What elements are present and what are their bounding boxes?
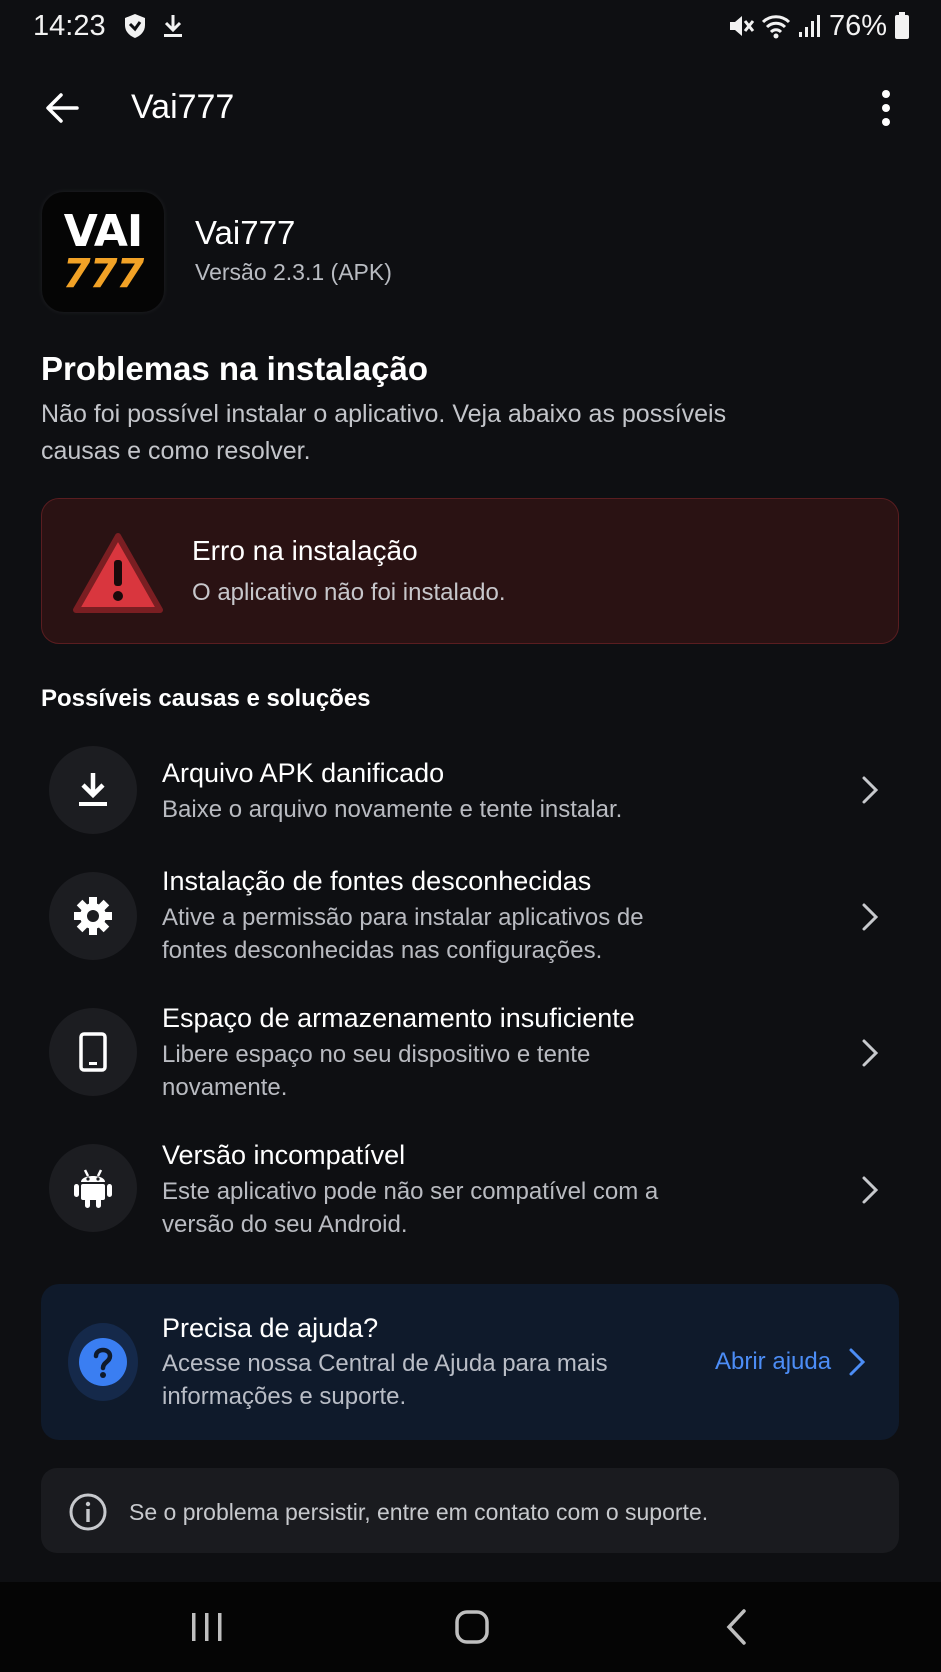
cause-title: Arquivo APK danificado <box>162 758 445 788</box>
cause-title: Versão incompatível <box>162 1140 406 1170</box>
status-time: 14:23 <box>33 10 106 42</box>
app-version: Versão 2.3.1 (APK) <box>195 259 392 285</box>
help-icon-circle <box>68 1323 138 1401</box>
status-right-icons: 76% <box>727 8 911 44</box>
back-button[interactable] <box>40 86 84 130</box>
error-card <box>41 498 899 644</box>
question-circle-icon <box>79 1338 127 1386</box>
problem-heading: Problemas na instalação <box>41 350 428 387</box>
download-icon <box>164 15 182 37</box>
cause-icon-circle <box>49 872 137 960</box>
phone-icon <box>79 1032 107 1072</box>
chevron-right-icon <box>855 1031 885 1075</box>
battery-icon <box>895 12 909 39</box>
shield-icon <box>125 14 145 38</box>
chevron-right-icon[interactable] <box>848 1342 870 1382</box>
chevron-right-icon <box>855 768 885 812</box>
cause-title: Instalação de fontes desconhecidas <box>162 866 592 896</box>
info-icon <box>69 1493 107 1531</box>
battery-percent: 76% <box>828 9 887 42</box>
help-title: Precisa de ajuda? <box>162 1313 379 1343</box>
download-icon <box>79 773 107 806</box>
wifi-icon <box>761 15 791 39</box>
app-logo-text-bottom: 777 <box>62 251 144 297</box>
cause-icon-circle <box>49 746 137 834</box>
app-logo-text-top: VAI <box>63 206 143 257</box>
chevron-right-icon <box>855 1168 885 1212</box>
warning-triangle-icon <box>73 533 163 613</box>
arrow-left-icon <box>46 93 79 123</box>
more-vertical-icon <box>882 90 890 126</box>
android-icon <box>74 1169 112 1208</box>
app-logo: VAI 777 <box>42 192 164 312</box>
recent-apps-icon[interactable] <box>189 1610 225 1644</box>
nav-back-icon[interactable] <box>724 1607 748 1647</box>
chevron-right-icon <box>855 895 885 939</box>
help-description: Acesse nossa Central de Ajuda para mais … <box>162 1350 608 1410</box>
cause-description: Ative a permissão para instalar aplicati… <box>162 904 644 964</box>
cause-description: Libere espaço no seu dispositivo e tente… <box>162 1041 591 1101</box>
support-note-text: Se o problema persistir, entre em contat… <box>129 1499 709 1525</box>
cause-icon-circle <box>49 1008 137 1096</box>
app-name: Vai777 <box>195 214 296 251</box>
cause-description: Este aplicativo pode não ser compatível … <box>162 1178 659 1238</box>
more-options-button[interactable] <box>871 86 901 130</box>
error-title: Erro na instalação <box>192 535 418 566</box>
page-title: Vai777 <box>131 88 235 126</box>
causes-section-title: Possíveis causas e soluções <box>41 685 371 712</box>
home-icon[interactable] <box>454 1609 490 1645</box>
status-left-icons <box>122 10 186 42</box>
mute-icon <box>729 16 755 36</box>
gear-icon <box>74 897 112 935</box>
signal-icon <box>798 15 820 37</box>
cause-icon-circle <box>49 1144 137 1232</box>
problem-description: Não foi possível instalar o aplicativo. … <box>41 400 727 465</box>
cause-title: Espaço de armazenamento insuficiente <box>162 1003 635 1033</box>
cause-description: Baixe o arquivo novamente e tente instal… <box>162 796 623 823</box>
open-help-link[interactable]: Abrir ajuda <box>715 1345 831 1379</box>
error-subtitle: O aplicativo não foi instalado. <box>192 579 506 606</box>
